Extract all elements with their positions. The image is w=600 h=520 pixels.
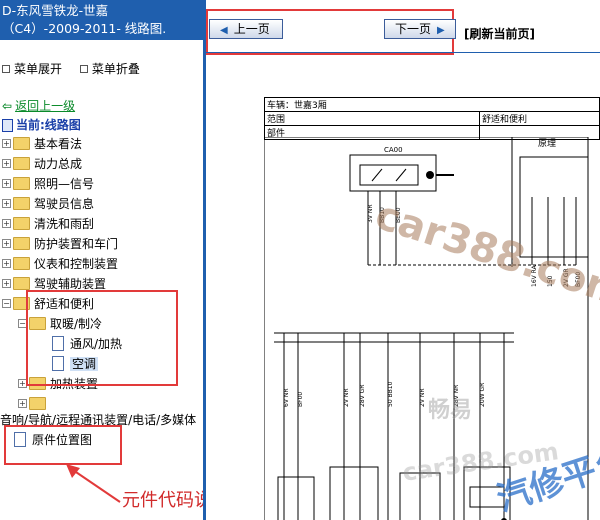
expand-icon[interactable]: + <box>2 139 11 148</box>
back-arrow-icon: ⇦ <box>2 99 13 113</box>
svg-text:28V GR: 28V GR <box>359 385 366 407</box>
tree-item-doors[interactable]: + 防护装置和车门 <box>2 234 118 254</box>
watermark-text: 畅易 <box>428 398 473 423</box>
principle-label: 原理 <box>538 138 556 149</box>
tree-item-driver-info[interactable]: + 驾驶员信息 <box>2 194 94 214</box>
page-icon <box>2 119 13 132</box>
tree-item-instruments[interactable]: + 仪表和控制装置 <box>2 254 118 274</box>
expand-icon[interactable]: + <box>2 279 11 288</box>
folder-icon <box>29 397 46 410</box>
svg-text:2V NR: 2V NR <box>419 389 426 408</box>
folder-icon <box>13 177 30 190</box>
square-icon <box>79 65 88 73</box>
folder-icon <box>13 197 30 210</box>
tree-item-powertrain[interactable]: + 动力总成 <box>2 154 82 174</box>
expand-icon[interactable]: + <box>2 179 11 188</box>
annotation-text: 元件代码说明 <box>122 490 203 511</box>
annotation-arrow-icon <box>66 464 121 503</box>
connector-label: CA00 <box>384 146 403 154</box>
expand-icon[interactable]: + <box>2 199 11 208</box>
refresh-link[interactable]: [刷新当前页] <box>464 25 535 42</box>
tree-item-basic[interactable]: + 基本看法 <box>2 134 82 154</box>
svg-text:50 BB10: 50 BB10 <box>387 381 394 407</box>
menu-toolbar: 菜单展开 菜单折叠 <box>0 60 152 77</box>
expand-icon[interactable]: + <box>2 239 11 248</box>
folder-icon <box>13 257 30 270</box>
next-page-button[interactable]: 下一页 ▶ <box>384 19 456 39</box>
folder-icon <box>13 137 30 150</box>
vehicle-cell: 车辆：世嘉3厢 <box>264 97 600 112</box>
svg-text:20W GR: 20W GR <box>479 383 486 407</box>
folder-icon <box>13 277 30 290</box>
sidebar: D-东风雪铁龙-世嘉 （C4）-2009-2011- 线路图. 菜单展开 菜单折… <box>0 0 203 520</box>
sidebar-title: D-东风雪铁龙-世嘉 （C4）-2009-2011- 线路图. <box>0 0 203 40</box>
svg-text:2V NR: 2V NR <box>343 389 350 408</box>
expand-icon[interactable]: + <box>2 159 11 168</box>
back-link[interactable]: ⇦ 返回上一级 <box>2 97 75 114</box>
scope-label-cell: 范围 <box>264 111 480 126</box>
svg-text:3V NR: 3V NR <box>367 205 374 224</box>
prev-page-button[interactable]: ◀ 上一页 <box>209 19 283 39</box>
collapse-icon[interactable]: − <box>2 299 11 308</box>
content-pane: ◀ 上一页 下一页 ▶ [刷新当前页] 车辆：世嘉3厢 范围 舒适和便利 部件 原理 … <box>206 0 600 520</box>
folder-icon <box>13 157 30 170</box>
folder-icon <box>13 217 30 230</box>
square-icon <box>2 65 10 73</box>
svg-text:BF00: BF00 <box>297 392 304 407</box>
menu-expand-link[interactable]: 菜单展开 <box>14 62 62 76</box>
svg-text:6V NR: 6V NR <box>283 389 290 408</box>
highlight-box-tree <box>26 290 178 386</box>
folder-icon <box>13 237 30 250</box>
expand-icon[interactable]: + <box>2 259 11 268</box>
left-triangle-icon: ◀ <box>220 25 228 36</box>
right-triangle-icon: ▶ <box>437 25 445 36</box>
expand-icon[interactable]: + <box>18 399 27 408</box>
diagram-header-table: 车辆：世嘉3厢 范围 舒适和便利 部件 <box>264 97 600 140</box>
toolbar-separator <box>206 52 600 53</box>
tree-item-lighting[interactable]: + 照明—信号 <box>2 174 94 194</box>
scope-value-cell: 舒适和便利 <box>479 111 600 126</box>
menu-collapse-link[interactable]: 菜单折叠 <box>92 62 140 76</box>
expand-icon[interactable]: + <box>2 219 11 228</box>
highlight-box-component <box>4 425 122 465</box>
current-location: 当前:线路图 <box>2 116 81 133</box>
tree-item-wipers[interactable]: + 清洗和雨刮 <box>2 214 94 234</box>
